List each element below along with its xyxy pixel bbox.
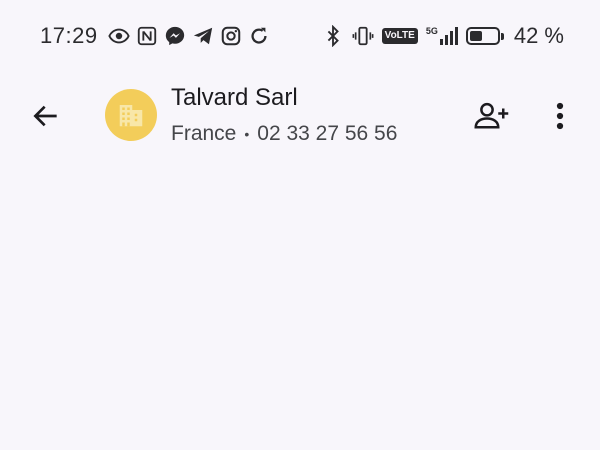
messenger-icon	[164, 25, 186, 47]
eye-icon	[107, 25, 130, 47]
contact-name: Talvard Sarl	[171, 84, 298, 111]
nfc-icon	[136, 25, 158, 47]
telegram-icon	[192, 25, 214, 47]
contact-subtitle: France • 02 33 27 56 56	[171, 122, 397, 146]
status-bar-left: 17:29	[40, 23, 270, 49]
battery-level-fill	[469, 31, 483, 41]
5g-signal-icon: 5G	[426, 27, 458, 45]
contact-details-area	[0, 160, 600, 450]
status-time: 17:29	[40, 23, 98, 48]
building-icon	[119, 105, 143, 127]
more-vert-icon	[556, 102, 564, 130]
avatar[interactable]	[105, 89, 157, 141]
battery-percent: 42 %	[513, 23, 564, 48]
add-contact-button[interactable]	[470, 94, 514, 138]
contact-phone: 02 33 27 56 56	[257, 122, 398, 145]
volte-icon: VoLTE	[381, 28, 418, 44]
back-button[interactable]	[26, 96, 66, 136]
status-bar: 17:29 VoLTE 5G 42 %	[0, 0, 600, 72]
bluetooth-icon	[322, 25, 344, 47]
status-bar-right: VoLTE 5G 42 %	[322, 23, 564, 49]
person-add-icon	[474, 102, 509, 129]
contact-country: France	[171, 122, 237, 145]
network-type-label: 5G	[425, 26, 438, 36]
contact-app-bar: Talvard Sarl France • 02 33 27 56 56	[0, 78, 600, 154]
vibrate-icon	[352, 25, 374, 47]
instagram-icon	[220, 25, 242, 47]
more-options-button[interactable]	[540, 94, 580, 138]
separator-dot: •	[244, 126, 250, 142]
battery-icon	[465, 27, 504, 45]
signal-bars	[439, 27, 458, 45]
sync-icon	[248, 25, 270, 47]
arrow-back-icon	[33, 105, 57, 127]
